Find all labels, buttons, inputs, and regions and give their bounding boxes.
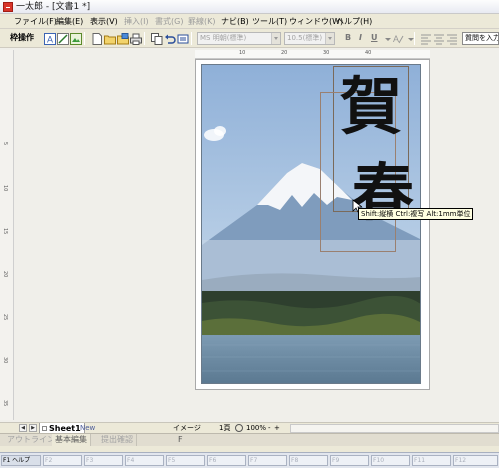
toolbar-separator (84, 32, 85, 45)
menu-tools[interactable]: ツール(T) (250, 15, 289, 28)
menu-bar: ファイル(F) 編集(E) 表示(V) 挿入(I) 書式(G) 罫線(K) ナビ… (0, 14, 499, 29)
ruler-label: 30 (323, 50, 330, 56)
fkey-f9[interactable]: F9 (330, 455, 369, 466)
menu-insert[interactable]: 挿入(I) (122, 15, 151, 28)
italic-button[interactable]: I (359, 32, 362, 44)
fkey-f10[interactable]: F10 (371, 455, 410, 466)
horizontal-ruler[interactable]: 10 20 30 40 (195, 50, 430, 59)
app-icon (3, 2, 13, 12)
open-folder-icon[interactable] (103, 32, 116, 45)
menu-format[interactable]: 書式(G) (153, 15, 185, 28)
frame-mode-label: 枠操作 (10, 33, 34, 42)
chevron-down-icon[interactable] (404, 32, 414, 44)
ruler-label: 10 (239, 50, 246, 56)
menu-navi[interactable]: ナビ(B) (219, 15, 251, 28)
toolbar-separator (191, 32, 192, 45)
new-document-icon[interactable] (90, 32, 102, 45)
align-left-icon[interactable] (419, 32, 431, 45)
ruler-label: 40 (365, 50, 372, 56)
bold-button[interactable]: B (345, 32, 351, 44)
horizontal-scrollbar[interactable] (290, 424, 499, 433)
ruler-label: 5 (2, 142, 8, 146)
chevron-down-icon[interactable] (381, 32, 391, 44)
status-scroll-bar: ◀ ▶ Sheet1 New イメージ 1頁 100% - + (0, 422, 499, 434)
font-name-combo[interactable]: MS 明朝(標準) (197, 32, 281, 45)
toolbar: 枠操作 A MS 明朝(標準) 10.5(標準) B I U A 質問を入力 (0, 29, 499, 48)
undo-icon[interactable] (163, 32, 176, 44)
tab-submission-check[interactable]: 提出確認 (98, 434, 137, 446)
window-title: 一太郎 - [文書1 *] (16, 2, 91, 12)
pen-icon[interactable] (56, 32, 69, 45)
sheet-tab-label: Sheet1 (49, 424, 81, 433)
status-indicator: F (178, 435, 183, 444)
vertical-ruler[interactable]: 5 10 15 20 25 30 35 (0, 50, 14, 420)
image-view-button[interactable]: イメージ (173, 424, 201, 433)
print-icon[interactable] (129, 32, 142, 45)
sheet-prev-button[interactable]: ◀ (19, 424, 27, 432)
sheet-next-button[interactable]: ▶ (29, 424, 37, 432)
menu-edit[interactable]: 編集(E) (54, 15, 85, 28)
title-bar: 一太郎 - [文書1 *] (0, 0, 499, 14)
sheet-icon (42, 426, 47, 431)
app-window: 一太郎 - [文書1 *] ファイル(F) 編集(E) 表示(V) 挿入(I) … (0, 0, 499, 468)
text-color-icon[interactable]: A (391, 32, 404, 44)
calligraphy-greeting[interactable]: 賀 春 (332, 64, 416, 229)
ruler-label: 10 (2, 185, 8, 192)
menu-ruled-line[interactable]: 罫線(K) (186, 15, 218, 28)
font-name-value: MS 明朝(標準) (200, 34, 247, 42)
ruler-label: 15 (2, 228, 8, 235)
font-size-value: 10.5(標準) (287, 34, 323, 42)
function-key-bar: F1 ヘルプ F2 F3 F4 F5 F6 F7 F8 F9 F10 F11 F… (0, 452, 499, 468)
fkey-f11[interactable]: F11 (412, 455, 451, 466)
toolbar-separator (414, 32, 415, 45)
page-indicator: 1頁 (219, 424, 231, 432)
menu-file[interactable]: ファイル(F) (12, 15, 59, 28)
drag-hint-tooltip: Shift:縦横 Ctrl:複写 Alt:1mm単位 (358, 208, 474, 220)
menu-view[interactable]: 表示(V) (88, 15, 120, 28)
calligraphy-char-1: 賀 (340, 70, 402, 143)
fkey-f12[interactable]: F12 (453, 455, 498, 466)
toolbar-separator (144, 32, 145, 45)
fkey-f5[interactable]: F5 (166, 455, 205, 466)
text-frame-icon[interactable]: A (43, 32, 56, 45)
fkey-f7[interactable]: F7 (248, 455, 287, 466)
tab-basic-edit[interactable]: 基本編集 (52, 434, 91, 446)
fkey-f2[interactable]: F2 (43, 455, 82, 466)
fkey-f1-help[interactable]: F1 ヘルプ (1, 455, 41, 466)
font-size-combo[interactable]: 10.5(標準) (284, 32, 335, 45)
copy-icon[interactable] (150, 32, 163, 45)
zoom-out-button[interactable]: - (268, 424, 271, 433)
ruler-label: 25 (2, 314, 8, 321)
ruler-label: 35 (2, 400, 8, 407)
question-input[interactable]: 質問を入力 (462, 32, 499, 45)
menu-help[interactable]: ヘルプ(H) (334, 15, 374, 28)
ruler-label: 20 (2, 271, 8, 278)
fkey-f3[interactable]: F3 (84, 455, 123, 466)
fkey-f8[interactable]: F8 (289, 455, 328, 466)
jump-icon[interactable] (176, 32, 189, 44)
zoom-level[interactable]: 100% (246, 424, 266, 433)
save-icon[interactable] (116, 32, 129, 45)
align-center-icon[interactable] (432, 32, 444, 45)
fkey-f6[interactable]: F6 (207, 455, 246, 466)
tab-outline[interactable]: アウトライン (4, 434, 59, 446)
svg-text:A: A (393, 34, 399, 44)
picture-frame-icon[interactable] (69, 32, 82, 45)
ruler-label: 20 (281, 50, 288, 56)
fkey-f4[interactable]: F4 (125, 455, 164, 466)
zoom-in-button[interactable]: + (274, 424, 280, 433)
edit-mode-tabs: アウトライン 基本編集 提出確認 F (0, 433, 499, 446)
chevron-down-icon[interactable] (325, 33, 334, 44)
ruler-label: 30 (2, 357, 8, 364)
question-input-placeholder: 質問を入力 (465, 34, 499, 42)
zoom-icon[interactable] (235, 424, 243, 432)
underline-button[interactable]: U (371, 32, 378, 44)
svg-text:A: A (47, 35, 53, 45)
align-right-icon[interactable] (445, 32, 457, 45)
chevron-down-icon[interactable] (271, 33, 280, 44)
